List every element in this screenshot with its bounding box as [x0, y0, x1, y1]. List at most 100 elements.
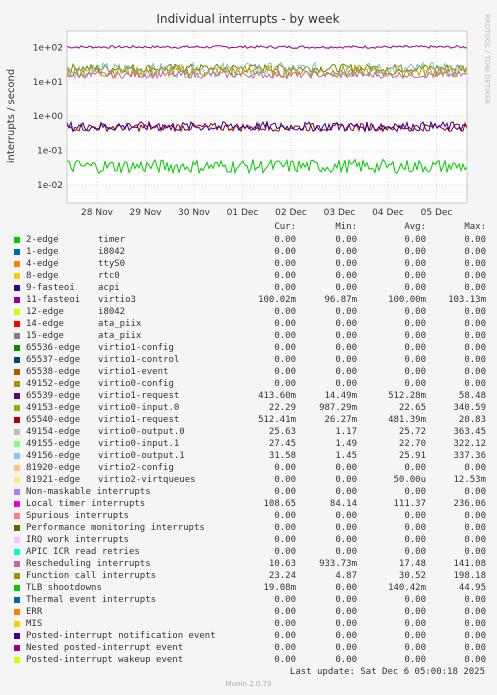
legend-row: TLB shootdowns 19.08m 0.00 140.42m 44.95: [0, 583, 497, 595]
legend-max: 0.00: [464, 619, 486, 629]
legend-swatch: [14, 657, 20, 663]
legend-min: 14.49m: [324, 391, 357, 401]
legend-cur: 100.02m: [258, 295, 296, 305]
legend-max: 20.83: [458, 415, 486, 425]
header-cur: Cur:: [274, 222, 296, 232]
legend-row: Local timer interrupts 108.65 84.14 111.37 2…: [0, 499, 497, 511]
legend-swatch: [14, 585, 20, 591]
legend-max: 44.95: [458, 583, 486, 593]
legend-name: 12-edge: [26, 307, 64, 317]
legend-min: 1.45: [335, 451, 357, 461]
legend-max: 0.00: [464, 247, 486, 257]
legend-row: 65538-edge virtio1-event 0.00 0.00 0.00 0.00: [0, 367, 497, 379]
legend-cur: 0.00: [274, 235, 296, 245]
legend-swatch: [14, 309, 20, 315]
legend-device: i8042: [98, 247, 126, 257]
legend-device: virtio2-virtqueues: [98, 475, 196, 485]
legend-swatch: [14, 465, 20, 471]
legend-name: 65537-edge: [26, 355, 81, 365]
legend-row: MIS 0.00 0.00 0.00 0.00: [0, 619, 497, 631]
legend-min: 0.00: [335, 523, 357, 533]
legend-max: 103.13m: [448, 295, 486, 305]
legend-cur: 0.00: [274, 367, 296, 377]
legend-device: ttyS0: [98, 259, 126, 269]
legend-cur: 0.00: [274, 343, 296, 353]
legend-max: 0.00: [464, 331, 486, 341]
legend-min: 0.00: [335, 583, 357, 593]
legend-max: 0.00: [464, 643, 486, 653]
legend-min: 26.27m: [324, 415, 357, 425]
legend-row: Nested posted-interrupt event 0.00 0.00 0.0…: [0, 643, 497, 655]
legend-device: ata_piix: [98, 331, 142, 341]
legend-min: 0.00: [335, 655, 357, 665]
legend-min: 4.87: [335, 571, 357, 581]
legend-row: 9-fasteoi acpi 0.00 0.00 0.00 0.00: [0, 283, 497, 295]
legend-min: 0.00: [335, 379, 357, 389]
legend-swatch: [14, 273, 20, 279]
y-axis-label: interrupts / second: [6, 69, 17, 163]
legend-row: Performance monitoring interrupts 0.00 0.0…: [0, 523, 497, 535]
legend-name: 8-edge: [26, 271, 59, 281]
legend-max: 0.00: [464, 463, 486, 473]
legend-max: 0.00: [464, 379, 486, 389]
legend-swatch: [14, 513, 20, 519]
legend-swatch: [14, 249, 20, 255]
legend-name: IRQ work interrupts: [26, 535, 129, 545]
legend-max: 12.53m: [453, 475, 486, 485]
legend-cur: 0.00: [274, 487, 296, 497]
legend-max: 0.00: [464, 535, 486, 545]
x-ticks: 28 Nov 29 Nov 30 Nov 01 Dec 02 Dec 03 Dec 04 D…: [81, 208, 452, 218]
y-tick-label: 1e-02: [37, 181, 63, 191]
legend-swatch: [14, 537, 20, 543]
legend-min: 933.73m: [319, 559, 357, 569]
y-tick-label: 1e+00: [33, 112, 64, 122]
legend-swatch: [14, 261, 20, 267]
legend-max: 0.00: [464, 283, 486, 293]
legend-cur: 19.08m: [263, 583, 296, 593]
legend-device: virtio0-input.0: [98, 403, 180, 413]
legend-row: 49155-edge virtio0-input.1 27.45 1.49 22.70 3…: [0, 439, 497, 451]
legend-min: 0.00: [335, 535, 357, 545]
legend-row: 8-edge rtc0 0.00 0.00 0.00 0.00: [0, 271, 497, 283]
legend-name: 65536-edge: [26, 343, 81, 353]
legend-cur: 22.29: [268, 403, 296, 413]
legend-cur: 25.63: [268, 427, 296, 437]
legend-cur: 0.00: [274, 619, 296, 629]
legend-cur: 0.00: [274, 331, 296, 341]
legend-row: 2-edge timer 0.00 0.00 0.00 0.00: [0, 235, 497, 247]
legend-max: 0.00: [464, 319, 486, 329]
legend-min: 0.00: [335, 487, 357, 497]
legend-row: 65540-edge virtio1-request 512.41m 26.27m 48…: [0, 415, 497, 427]
legend-max: 0.00: [464, 307, 486, 317]
y-ticks: 1e+02 1e+01 1e+00 1e-01 1e-02: [33, 43, 64, 191]
legend-name: 65539-edge: [26, 391, 81, 401]
legend-swatch: [14, 345, 20, 351]
side-label: RRDTOOL / TOBI OETIKER: [483, 14, 491, 104]
y-tick-label: 1e+02: [33, 43, 63, 53]
legend-name: APIC ICR read retries: [26, 547, 140, 557]
legend-name: 14-edge: [26, 319, 64, 329]
legend-row: 1-edge i8042 0.00 0.00 0.00 0.00: [0, 247, 497, 259]
legend-name: Performance monitoring interrupts: [26, 523, 205, 533]
legend-cur: 23.24: [268, 571, 296, 581]
legend-header: Cur: Min: Avg: Max:: [0, 222, 497, 234]
legend-name: Thermal event interrupts: [26, 595, 157, 605]
legend-row: 65536-edge virtio1-config 0.00 0.00 0.00 0.00: [0, 343, 497, 355]
legend-device: virtio0-input.1: [98, 439, 180, 449]
legend-cur: 0.00: [274, 511, 296, 521]
legend-max: 0.00: [464, 235, 486, 245]
legend-max: 340.59: [453, 403, 486, 413]
legend-swatch: [14, 417, 20, 423]
legend-max: 0.00: [464, 655, 486, 665]
legend-cur: 0.00: [274, 523, 296, 533]
legend-device: virtio2-config: [98, 463, 174, 473]
legend-cur: 0.00: [274, 463, 296, 473]
legend-name: Non-maskable interrupts: [26, 487, 151, 497]
legend-swatch: [14, 321, 20, 327]
x-tick-label: 29 Nov: [130, 208, 163, 218]
legend-min: 0.00: [335, 235, 357, 245]
legend-swatch: [14, 357, 20, 363]
legend-swatch: [14, 621, 20, 627]
legend-min: 0.00: [335, 355, 357, 365]
legend-row: Non-maskable interrupts 0.00 0.00 0.00 0.00: [0, 487, 497, 499]
